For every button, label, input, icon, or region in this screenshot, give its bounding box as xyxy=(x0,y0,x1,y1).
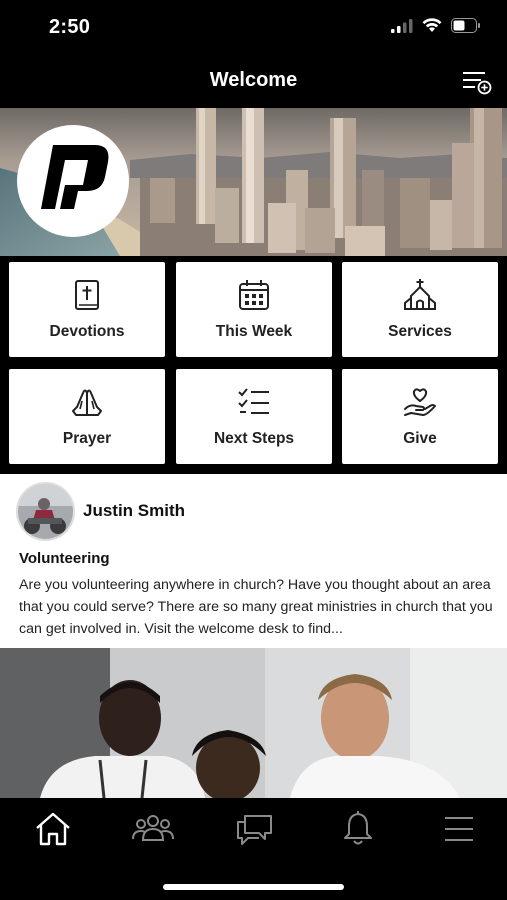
praying-hands-icon xyxy=(72,389,102,416)
tile-label: Prayer xyxy=(62,430,112,447)
church-icon xyxy=(404,279,436,310)
tile-label: This Week xyxy=(215,323,293,340)
heart-hand-icon xyxy=(404,388,436,416)
checklist-icon xyxy=(238,388,269,414)
bible-icon xyxy=(75,280,99,310)
tile-this-week[interactable]: This Week xyxy=(176,262,332,357)
tile-label: Devotions xyxy=(49,323,125,340)
home-indicator xyxy=(163,884,344,890)
bell-icon[interactable] xyxy=(337,810,379,848)
cellular-signal-icon xyxy=(391,18,413,33)
bottom-tab-bar xyxy=(0,798,507,900)
avatar-image xyxy=(18,484,73,539)
tile-next-steps[interactable]: Next Steps xyxy=(176,369,332,464)
quick-links-grid: Devotions This Week Services Prayer Next… xyxy=(9,262,499,464)
app-header: Welcome xyxy=(0,56,507,108)
avatar[interactable] xyxy=(16,482,75,541)
post-author[interactable]: Justin Smith xyxy=(83,501,185,521)
people-icon[interactable] xyxy=(132,810,174,848)
post-body: Are you volunteering anywhere in church?… xyxy=(19,577,493,637)
wifi-icon xyxy=(422,18,442,32)
hero-banner xyxy=(0,108,507,256)
tile-label: Next Steps xyxy=(213,430,295,447)
tile-devotions[interactable]: Devotions xyxy=(9,262,165,357)
battery-icon xyxy=(451,18,480,33)
menu-icon[interactable] xyxy=(438,810,480,848)
church-logo xyxy=(17,125,129,237)
tile-label: Give xyxy=(403,430,437,447)
tile-give[interactable]: Give xyxy=(342,369,498,464)
tile-label: Services xyxy=(388,323,452,340)
list-add-icon[interactable] xyxy=(461,68,493,96)
feed-post-card[interactable]: Justin Smith Volunteering Are you volunt… xyxy=(0,474,507,648)
status-time: 2:50 xyxy=(49,16,91,38)
post-photo[interactable] xyxy=(0,648,507,798)
page-title: Welcome xyxy=(209,69,298,91)
home-icon[interactable] xyxy=(32,810,74,848)
status-icons xyxy=(391,18,481,33)
tile-prayer[interactable]: Prayer xyxy=(9,369,165,464)
status-bar: 2:50 xyxy=(0,0,507,56)
group-photo-image xyxy=(0,648,507,798)
logo-mark-icon xyxy=(41,145,109,209)
calendar-icon xyxy=(239,280,269,310)
post-title: Volunteering xyxy=(19,550,110,567)
tile-services[interactable]: Services xyxy=(342,262,498,357)
chat-icon[interactable] xyxy=(234,810,276,848)
